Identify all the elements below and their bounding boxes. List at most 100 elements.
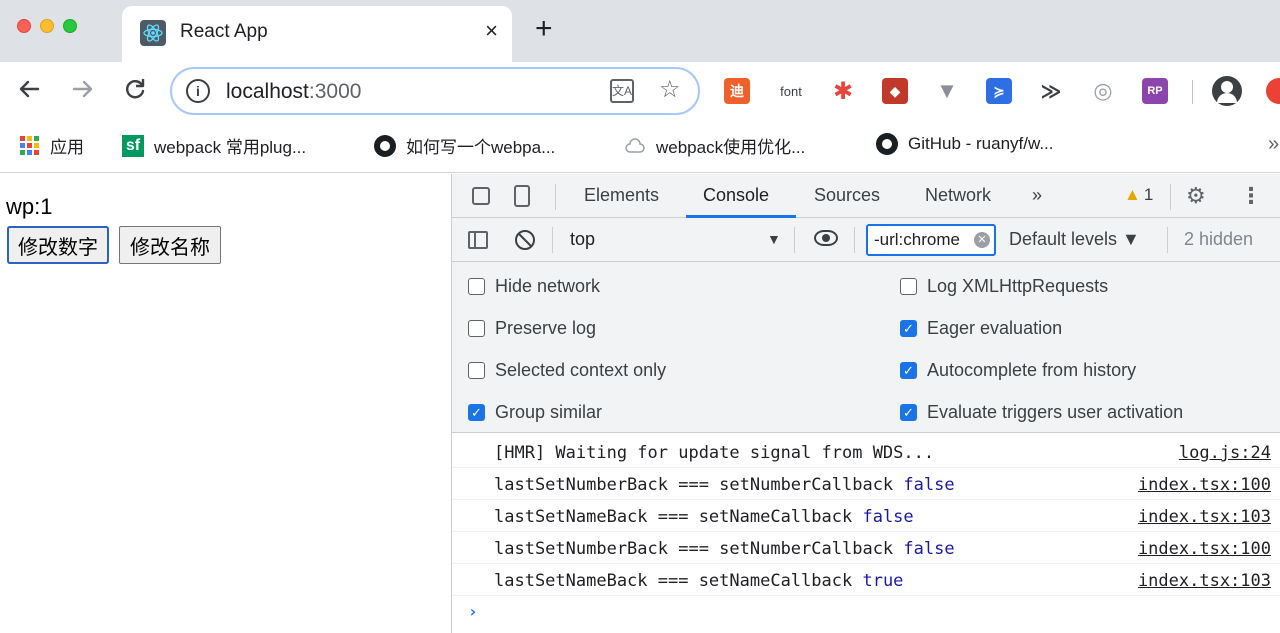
toolbar-divider: [1192, 80, 1193, 104]
bookmark-label: webpack 常用plug...: [154, 138, 307, 157]
context-selector[interactable]: top: [570, 229, 595, 250]
hide-network-option[interactable]: Hide network: [468, 276, 600, 297]
close-window-button[interactable]: [17, 19, 31, 33]
extension-blue-icon[interactable]: ≽: [986, 78, 1012, 104]
log-source-link[interactable]: index.tsx:100: [1138, 475, 1271, 495]
tab-divider: [1170, 184, 1171, 210]
log-xhr-checkbox[interactable]: [900, 278, 917, 295]
extension-orange-icon[interactable]: 迪: [724, 78, 750, 104]
address-bar[interactable]: i localhost:3000 文A ☆: [170, 67, 700, 115]
console-toolbar: top ▼ -url:chrome ✕ Default levels ▼ 2 h…: [452, 218, 1280, 262]
log-source-link[interactable]: log.js:24: [1179, 443, 1271, 463]
console-prompt[interactable]: ›: [468, 602, 478, 621]
log-xhr-option[interactable]: Log XMLHttpRequests: [900, 276, 1108, 297]
extension-rp-icon[interactable]: RP: [1142, 78, 1168, 104]
site-info-icon[interactable]: i: [186, 79, 210, 103]
settings-gear-icon[interactable]: ⚙: [1186, 183, 1206, 209]
evaluate-triggers-checkbox[interactable]: ✓: [900, 404, 917, 421]
maximize-window-button[interactable]: [63, 19, 77, 33]
clear-console-icon[interactable]: [515, 230, 535, 250]
extension-chevron-icon[interactable]: ≫: [1038, 78, 1064, 104]
extension-asterisk-icon[interactable]: ✱: [830, 78, 856, 105]
bookmarks-overflow-icon[interactable]: »: [1268, 133, 1279, 156]
change-name-button[interactable]: 修改名称: [119, 226, 221, 264]
console-filter-input[interactable]: -url:chrome ✕: [866, 224, 996, 256]
toolbar-divider: [854, 227, 855, 253]
log-message: lastSetNameBack === setNameCallback true: [494, 571, 904, 591]
tab-close-icon[interactable]: ×: [485, 18, 498, 44]
warning-icon: ▲: [1124, 185, 1141, 204]
chevron-down-icon[interactable]: ▼: [767, 231, 781, 247]
option-label: Selected context only: [495, 360, 667, 380]
preserve-log-checkbox[interactable]: [468, 320, 485, 337]
option-label: Group similar: [495, 402, 603, 422]
clear-filter-icon[interactable]: ✕: [974, 232, 990, 248]
log-levels-dropdown[interactable]: Default levels ▼: [1009, 229, 1140, 250]
extension-circle-icon[interactable]: ◎: [1090, 78, 1116, 104]
log-source-link[interactable]: index.tsx:103: [1138, 571, 1271, 591]
extension-red-icon[interactable]: ◆: [882, 78, 908, 104]
react-logo-icon: [140, 20, 166, 46]
log-message: lastSetNumberBack === setNumberCallback …: [494, 539, 955, 559]
bookmark-apps[interactable]: 应用: [18, 133, 84, 158]
evaluate-triggers-option[interactable]: ✓ Evaluate triggers user activation: [900, 402, 1183, 423]
log-source-link[interactable]: index.tsx:100: [1138, 539, 1271, 559]
tab-network[interactable]: Network: [925, 185, 991, 206]
more-options-icon[interactable]: ⋮: [1240, 183, 1262, 209]
translate-icon[interactable]: 文A: [610, 79, 634, 103]
device-toolbar-icon[interactable]: [514, 185, 530, 207]
show-sidebar-icon[interactable]: [468, 231, 488, 249]
live-expression-eye-icon[interactable]: [814, 230, 838, 246]
browser-toolbar: i localhost:3000 文A ☆ 迪 font ✱ ◆ ▼ ≽ ≫ ◎…: [0, 62, 1280, 121]
back-arrow-icon[interactable]: [16, 76, 42, 107]
eager-evaluation-option[interactable]: ✓ Eager evaluation: [900, 318, 1062, 339]
bookmark-webpack-optimize[interactable]: webpack使用优化...: [624, 133, 805, 158]
reload-icon[interactable]: [122, 76, 148, 107]
profile-avatar-icon[interactable]: [1212, 76, 1242, 106]
cloud-icon: [624, 135, 646, 157]
preserve-log-option[interactable]: Preserve log: [468, 318, 596, 339]
option-label: Evaluate triggers user activation: [927, 402, 1184, 422]
bookmark-label: 应用: [50, 138, 84, 157]
bookmark-webpack-plugins[interactable]: sf webpack 常用plug...: [122, 133, 306, 158]
toolbar-divider: [794, 227, 795, 253]
change-number-button[interactable]: 修改数字: [7, 226, 109, 264]
new-tab-button[interactable]: +: [535, 14, 553, 44]
extension-partial-icon[interactable]: [1266, 78, 1280, 104]
inspect-element-icon[interactable]: [472, 187, 490, 205]
tab-console[interactable]: Console: [703, 185, 769, 206]
group-similar-checkbox[interactable]: ✓: [468, 404, 485, 421]
tab-sources[interactable]: Sources: [814, 185, 880, 206]
segmentfault-icon: sf: [122, 134, 144, 157]
option-label: Eager evaluation: [927, 318, 1063, 338]
autocomplete-history-option[interactable]: ✓ Autocomplete from history: [900, 360, 1136, 381]
minimize-window-button[interactable]: [40, 19, 54, 33]
bookmark-star-icon[interactable]: ☆: [659, 75, 681, 104]
hide-network-checkbox[interactable]: [468, 278, 485, 295]
option-label: Autocomplete from history: [927, 360, 1137, 380]
group-similar-option[interactable]: ✓ Group similar: [468, 402, 602, 423]
selected-context-checkbox[interactable]: [468, 362, 485, 379]
forward-arrow-icon[interactable]: [70, 76, 96, 107]
extension-vue-icon[interactable]: ▼: [934, 78, 960, 104]
url-text[interactable]: localhost:3000: [226, 80, 361, 104]
apps-grid-icon: [18, 135, 40, 157]
autocomplete-history-checkbox[interactable]: ✓: [900, 362, 917, 379]
log-message: lastSetNameBack === setNameCallback fals…: [494, 507, 914, 527]
bookmark-github-ruanyf[interactable]: GitHub - ruanyf/w...: [876, 133, 1054, 155]
bookmark-label: 如何写一个webpa...: [406, 138, 556, 157]
selected-context-option[interactable]: Selected context only: [468, 360, 666, 381]
bookmark-write-webpack[interactable]: 如何写一个webpa...: [374, 133, 555, 158]
devtools-tabbar: Elements Console Sources Network » ▲ 1 ⚙ …: [452, 174, 1280, 218]
extension-font-icon[interactable]: font: [776, 78, 806, 104]
more-tabs-icon[interactable]: »: [1032, 185, 1042, 206]
log-message: lastSetNumberBack === setNumberCallback …: [494, 475, 955, 495]
option-label: Log XMLHttpRequests: [927, 276, 1109, 296]
eager-evaluation-checkbox[interactable]: ✓: [900, 320, 917, 337]
tab-elements[interactable]: Elements: [584, 185, 659, 206]
log-source-link[interactable]: index.tsx:103: [1138, 507, 1271, 527]
browser-tab[interactable]: React App ×: [122, 6, 512, 62]
log-row: [HMR] Waiting for update signal from WDS…: [452, 436, 1280, 468]
warnings-counter[interactable]: ▲ 1: [1124, 185, 1153, 205]
tab-title: React App: [180, 21, 268, 42]
